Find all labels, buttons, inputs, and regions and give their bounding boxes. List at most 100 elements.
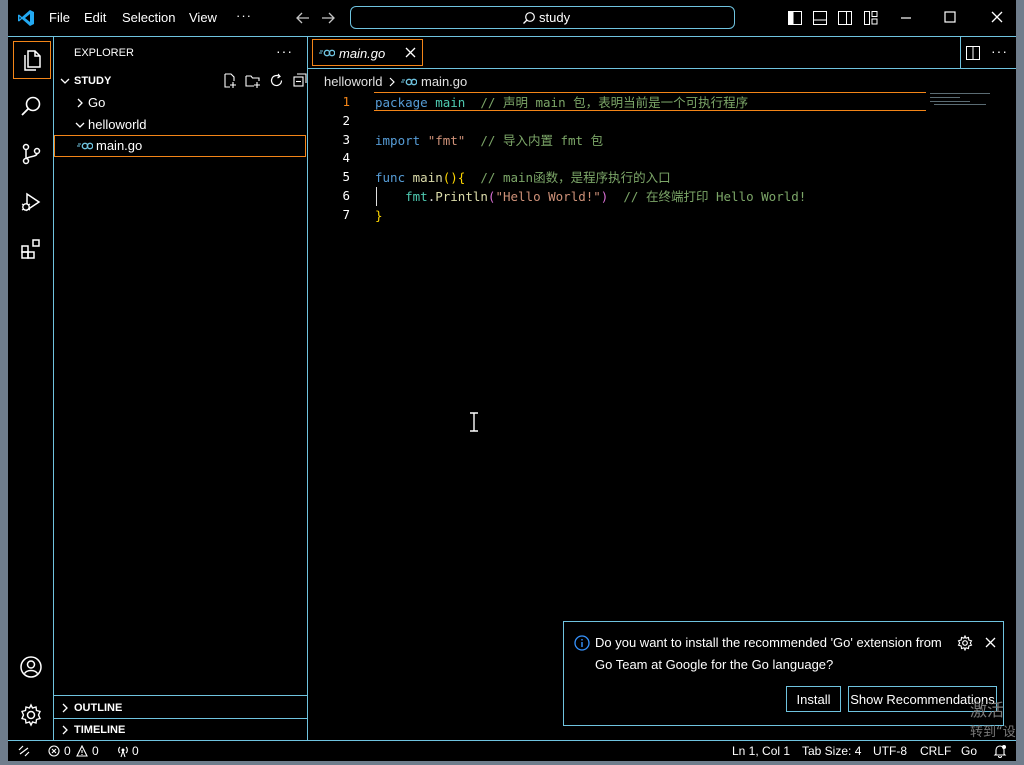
code-line[interactable]: } (375, 206, 383, 225)
explorer-icon[interactable] (13, 41, 51, 79)
ports-indicator[interactable]: 0 (116, 741, 152, 761)
run-and-debug-icon[interactable] (13, 184, 49, 220)
toast-close-icon[interactable] (985, 637, 996, 648)
code-content[interactable]: package main // 声明 main 包，表明当前是一个可执行程序 im… (308, 93, 928, 233)
code-token: main (412, 170, 443, 186)
code-token: // 在终端打印 Hello World! (623, 189, 807, 204)
refresh-explorer-icon[interactable] (269, 73, 284, 88)
editor-more-actions[interactable]: ··· (991, 43, 1008, 59)
tree-item-go-folder[interactable]: Go (54, 92, 307, 114)
menu-selection[interactable]: Selection (122, 10, 175, 25)
title-bar: File Edit Selection View ··· study (8, 0, 1016, 37)
tab-main-go[interactable]: main.go (312, 39, 423, 66)
remote-indicator-icon[interactable] (17, 744, 31, 758)
cursor-position[interactable]: Ln 1, Col 1 (732, 744, 790, 758)
notifications-bell-icon[interactable] (993, 744, 1007, 758)
watermark-line-1: 激活 (970, 701, 1004, 721)
chevron-down-icon (60, 76, 70, 86)
source-control-icon[interactable] (13, 136, 49, 172)
collapse-folders-icon[interactable] (293, 73, 307, 87)
search-icon (522, 11, 536, 25)
menu-edit[interactable]: Edit (84, 10, 106, 25)
go-file-icon (319, 48, 335, 58)
extensions-icon[interactable] (13, 231, 49, 267)
vscode-window: File Edit Selection View ··· study EXPLO… (8, 0, 1016, 761)
code-token: func (375, 170, 406, 186)
file-encoding[interactable]: UTF-8 (873, 744, 907, 758)
text-cursor-icon (469, 412, 479, 432)
new-file-icon[interactable] (222, 73, 237, 88)
tree-item-label: helloworld (88, 117, 147, 132)
accounts-icon[interactable] (13, 649, 49, 685)
breadcrumb-file[interactable]: main.go (421, 74, 467, 89)
code-line[interactable]: package main // 声明 main 包，表明当前是一个可执行程序 (375, 93, 748, 112)
split-editor-icon[interactable] (966, 46, 980, 60)
status-bar: 0 0 0 Ln 1, Col 1 Tab Size: 4 UTF-8 CRLF… (8, 740, 1016, 761)
back-arrow-icon[interactable] (295, 10, 311, 26)
forward-arrow-icon[interactable] (320, 10, 336, 26)
chevron-right-icon (60, 725, 70, 735)
go-file-icon (77, 141, 93, 151)
toggle-panel-icon[interactable] (813, 11, 827, 25)
end-of-line[interactable]: CRLF (920, 744, 951, 758)
explorer-more-actions[interactable]: ··· (276, 43, 293, 59)
customize-layout-icon[interactable] (864, 11, 878, 25)
toast-settings-gear-icon[interactable] (957, 635, 973, 651)
code-token: main (435, 95, 466, 110)
code-line[interactable]: import "fmt" // 导入内置 fmt 包 (375, 131, 603, 150)
ports-count: 0 (132, 744, 139, 758)
command-center[interactable]: study (350, 6, 735, 29)
broadcast-icon (116, 744, 130, 758)
code-line[interactable]: func main(){ // main函数，是程序执行的入口 (375, 168, 671, 187)
tab-strip: main.go ··· (308, 37, 1016, 69)
minimap[interactable] (928, 91, 998, 111)
warning-count: 0 (92, 744, 99, 758)
vscode-logo-icon (17, 9, 35, 27)
outline-label: OUTLINE (74, 702, 123, 714)
minimize-icon[interactable] (899, 10, 913, 24)
code-token: // 声明 main 包，表明当前是一个可执行程序 (480, 95, 749, 110)
search-view-icon[interactable] (13, 88, 49, 124)
manage-gear-icon[interactable] (13, 697, 49, 733)
timeline-section-header[interactable]: TIMELINE (54, 719, 307, 741)
language-mode[interactable]: Go (961, 744, 977, 758)
explorer-title: EXPLORER (74, 47, 134, 59)
workspace-root-label: STUDY (74, 75, 112, 87)
tab-label: main.go (339, 46, 386, 61)
error-icon (48, 745, 60, 757)
menu-more[interactable]: ··· (236, 8, 252, 23)
breadcrumb-folder[interactable]: helloworld (324, 74, 383, 89)
activity-bar (8, 37, 54, 740)
menu-view[interactable]: View (189, 10, 217, 25)
workspace-root-header[interactable]: STUDY (54, 70, 307, 92)
new-folder-icon[interactable] (245, 73, 261, 88)
close-window-icon[interactable] (990, 10, 1004, 24)
code-token: (){ (442, 170, 466, 186)
problems-indicator[interactable]: 0 0 (48, 741, 110, 761)
tree-item-helloworld-folder[interactable]: helloworld (54, 114, 307, 136)
chevron-right-icon (75, 98, 85, 108)
tab-size[interactable]: Tab Size: 4 (802, 744, 861, 758)
extension-recommendation-toast: Do you want to install the recommended '… (563, 621, 1004, 726)
toggle-secondary-sidebar-icon[interactable] (838, 11, 852, 25)
code-line[interactable]: fmt.Println("Hello World!") // 在终端打印 Hel… (375, 187, 806, 206)
toggle-primary-sidebar-icon[interactable] (788, 11, 802, 25)
maximize-icon[interactable] (944, 11, 956, 23)
code-token: // main函数，是程序执行的入口 (480, 170, 671, 186)
info-icon (574, 635, 590, 651)
tree-item-main-go-file[interactable]: main.go (54, 135, 306, 157)
chevron-down-icon (75, 120, 85, 130)
error-count: 0 (64, 744, 71, 758)
outline-section-header[interactable]: OUTLINE (54, 697, 307, 719)
tree-item-label: Go (88, 95, 106, 110)
go-file-icon (401, 77, 417, 87)
tree-item-label: main.go (96, 138, 143, 153)
menu-file[interactable]: File (49, 10, 70, 25)
install-button[interactable]: Install (786, 686, 841, 712)
close-tab-icon[interactable] (405, 47, 416, 58)
